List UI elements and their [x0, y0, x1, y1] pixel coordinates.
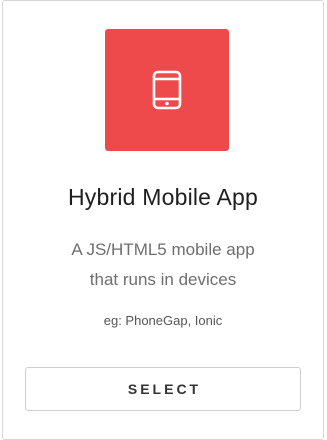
select-button[interactable]: SELECT [25, 367, 301, 411]
card-example: eg: PhoneGap, Ionic [103, 313, 223, 328]
description-line: A JS/HTML5 mobile app [71, 240, 255, 259]
card-description: A JS/HTML5 mobile app that runs in devic… [3, 235, 323, 295]
mobile-phone-icon [152, 70, 182, 110]
card-title: Hybrid Mobile App [67, 184, 259, 210]
description-line: that runs in devices [89, 270, 237, 289]
icon-tile [105, 29, 229, 151]
